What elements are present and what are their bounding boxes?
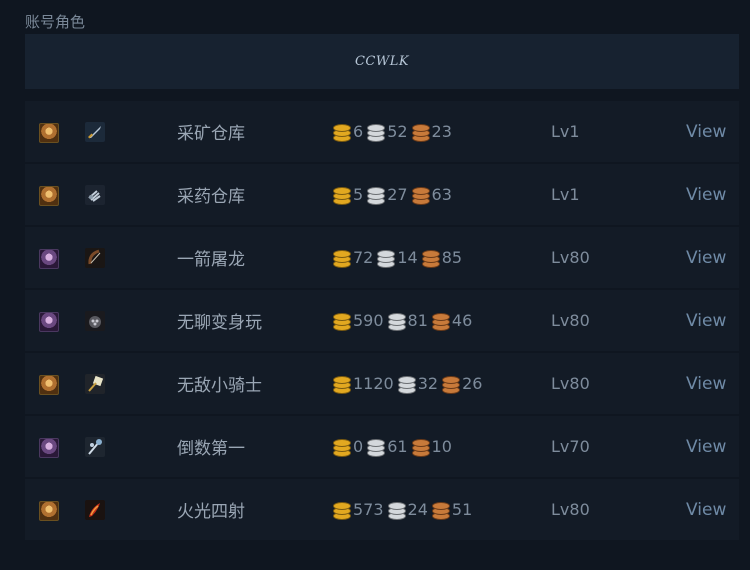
character-level: Lv1	[551, 185, 580, 204]
character-name: 无敌小骑士	[177, 376, 262, 396]
copper-amount: 63	[431, 185, 452, 204]
silver-coin-icon	[377, 249, 396, 268]
view-link[interactable]: View	[686, 416, 726, 477]
view-link[interactable]: View	[686, 227, 726, 288]
character-name: 采药仓库	[177, 187, 245, 207]
copper-coin-icon	[421, 249, 440, 268]
character-row: 一箭屠龙 72 14 85 Lv80 View	[25, 227, 739, 288]
copper-amount: 10	[431, 437, 452, 456]
silver-coin-icon	[367, 186, 386, 205]
gold-amount: 6	[353, 122, 364, 141]
gold-coin-icon	[333, 501, 351, 520]
sword-icon	[85, 122, 105, 142]
character-name: 火光四射	[177, 502, 245, 522]
gold-coin-icon	[333, 438, 351, 457]
race-portrait-icon	[39, 438, 59, 458]
silver-coin-icon	[367, 123, 386, 142]
copper-coin-icon	[431, 312, 450, 331]
character-money: 573 24 51	[333, 479, 476, 540]
silver-amount: 24	[407, 500, 428, 519]
copper-amount: 46	[451, 311, 473, 330]
character-level: Lv1	[551, 122, 580, 141]
gold-amount: 0	[353, 437, 364, 456]
copper-amount: 26	[462, 374, 483, 393]
race-portrait-icon	[39, 186, 59, 206]
copper-coin-icon	[431, 501, 450, 520]
paw-icon	[85, 311, 105, 331]
character-level: Lv80	[551, 248, 590, 267]
character-money: 5 27 63	[333, 164, 456, 225]
character-level: Lv80	[551, 311, 590, 330]
gold-amount: 573	[353, 500, 384, 519]
silver-coin-icon	[367, 438, 386, 457]
silver-amount: 27	[387, 185, 408, 204]
silver-amount: 61	[387, 437, 408, 456]
character-money: 0 61 10	[333, 416, 456, 477]
character-name: 倒数第一	[177, 439, 245, 459]
gold-coin-icon	[333, 312, 351, 331]
view-link[interactable]: View	[686, 353, 726, 414]
copper-coin-icon	[411, 438, 430, 457]
character-money: 590 81 46	[333, 290, 476, 351]
gold-amount: 590	[353, 311, 384, 330]
character-name: 一箭屠龙	[177, 250, 245, 270]
silver-amount: 32	[417, 374, 439, 393]
staff-icon	[85, 437, 105, 457]
character-level: Lv80	[551, 374, 590, 393]
character-name: 采矿仓库	[177, 124, 245, 144]
race-portrait-icon	[39, 123, 59, 143]
silver-coin-icon	[397, 375, 416, 394]
view-link[interactable]: View	[686, 290, 726, 351]
character-row: 采矿仓库 6 52 23 Lv1 View	[25, 101, 739, 162]
gold-coin-icon	[333, 186, 351, 205]
character-money: 6 52 23	[333, 101, 456, 162]
hammer-icon	[85, 374, 105, 394]
copper-coin-icon	[411, 186, 430, 205]
view-link[interactable]: View	[686, 164, 726, 225]
silver-amount: 81	[407, 311, 428, 330]
gold-amount: 1120	[353, 374, 394, 393]
race-portrait-icon	[39, 249, 59, 269]
section-title: 账号角色	[25, 13, 86, 31]
gold-amount: 5	[353, 185, 364, 204]
character-row: 倒数第一 0 61 10 Lv70 View	[25, 416, 739, 477]
silver-amount: 52	[387, 122, 408, 141]
character-money: 1120 32 26	[333, 353, 486, 414]
character-row: 无敌小骑士 1120 32 26 Lv80 View	[25, 353, 739, 414]
claw-icon	[85, 185, 105, 205]
gold-amount: 72	[353, 248, 374, 267]
gold-coin-icon	[333, 123, 351, 142]
realm-name: CCWLK	[354, 54, 410, 69]
view-link[interactable]: View	[686, 479, 726, 540]
gold-coin-icon	[333, 249, 351, 268]
view-link[interactable]: View	[686, 101, 726, 162]
character-name: 无聊变身玩	[177, 313, 262, 333]
realm-header: CCWLK	[25, 34, 739, 89]
silver-amount: 14	[397, 248, 418, 267]
character-level: Lv70	[551, 437, 590, 456]
silver-coin-icon	[387, 501, 406, 520]
silver-coin-icon	[387, 312, 406, 331]
race-portrait-icon	[39, 375, 59, 395]
gold-coin-icon	[333, 375, 351, 394]
bow-icon	[85, 248, 105, 268]
copper-coin-icon	[442, 375, 461, 394]
race-portrait-icon	[39, 501, 59, 521]
race-portrait-icon	[39, 312, 59, 332]
character-row: 火光四射 573 24 51 Lv80 View	[25, 479, 739, 540]
copper-amount: 85	[441, 248, 463, 267]
character-money: 72 14 85	[333, 227, 466, 288]
copper-amount: 23	[431, 122, 452, 141]
flame-icon	[85, 500, 105, 520]
character-level: Lv80	[551, 500, 590, 519]
character-row: 无聊变身玩 590 81 46 Lv80 View	[25, 290, 739, 351]
copper-coin-icon	[411, 123, 430, 142]
character-row: 采药仓库 5 27 63 Lv1 View	[25, 164, 739, 225]
copper-amount: 51	[451, 500, 473, 519]
